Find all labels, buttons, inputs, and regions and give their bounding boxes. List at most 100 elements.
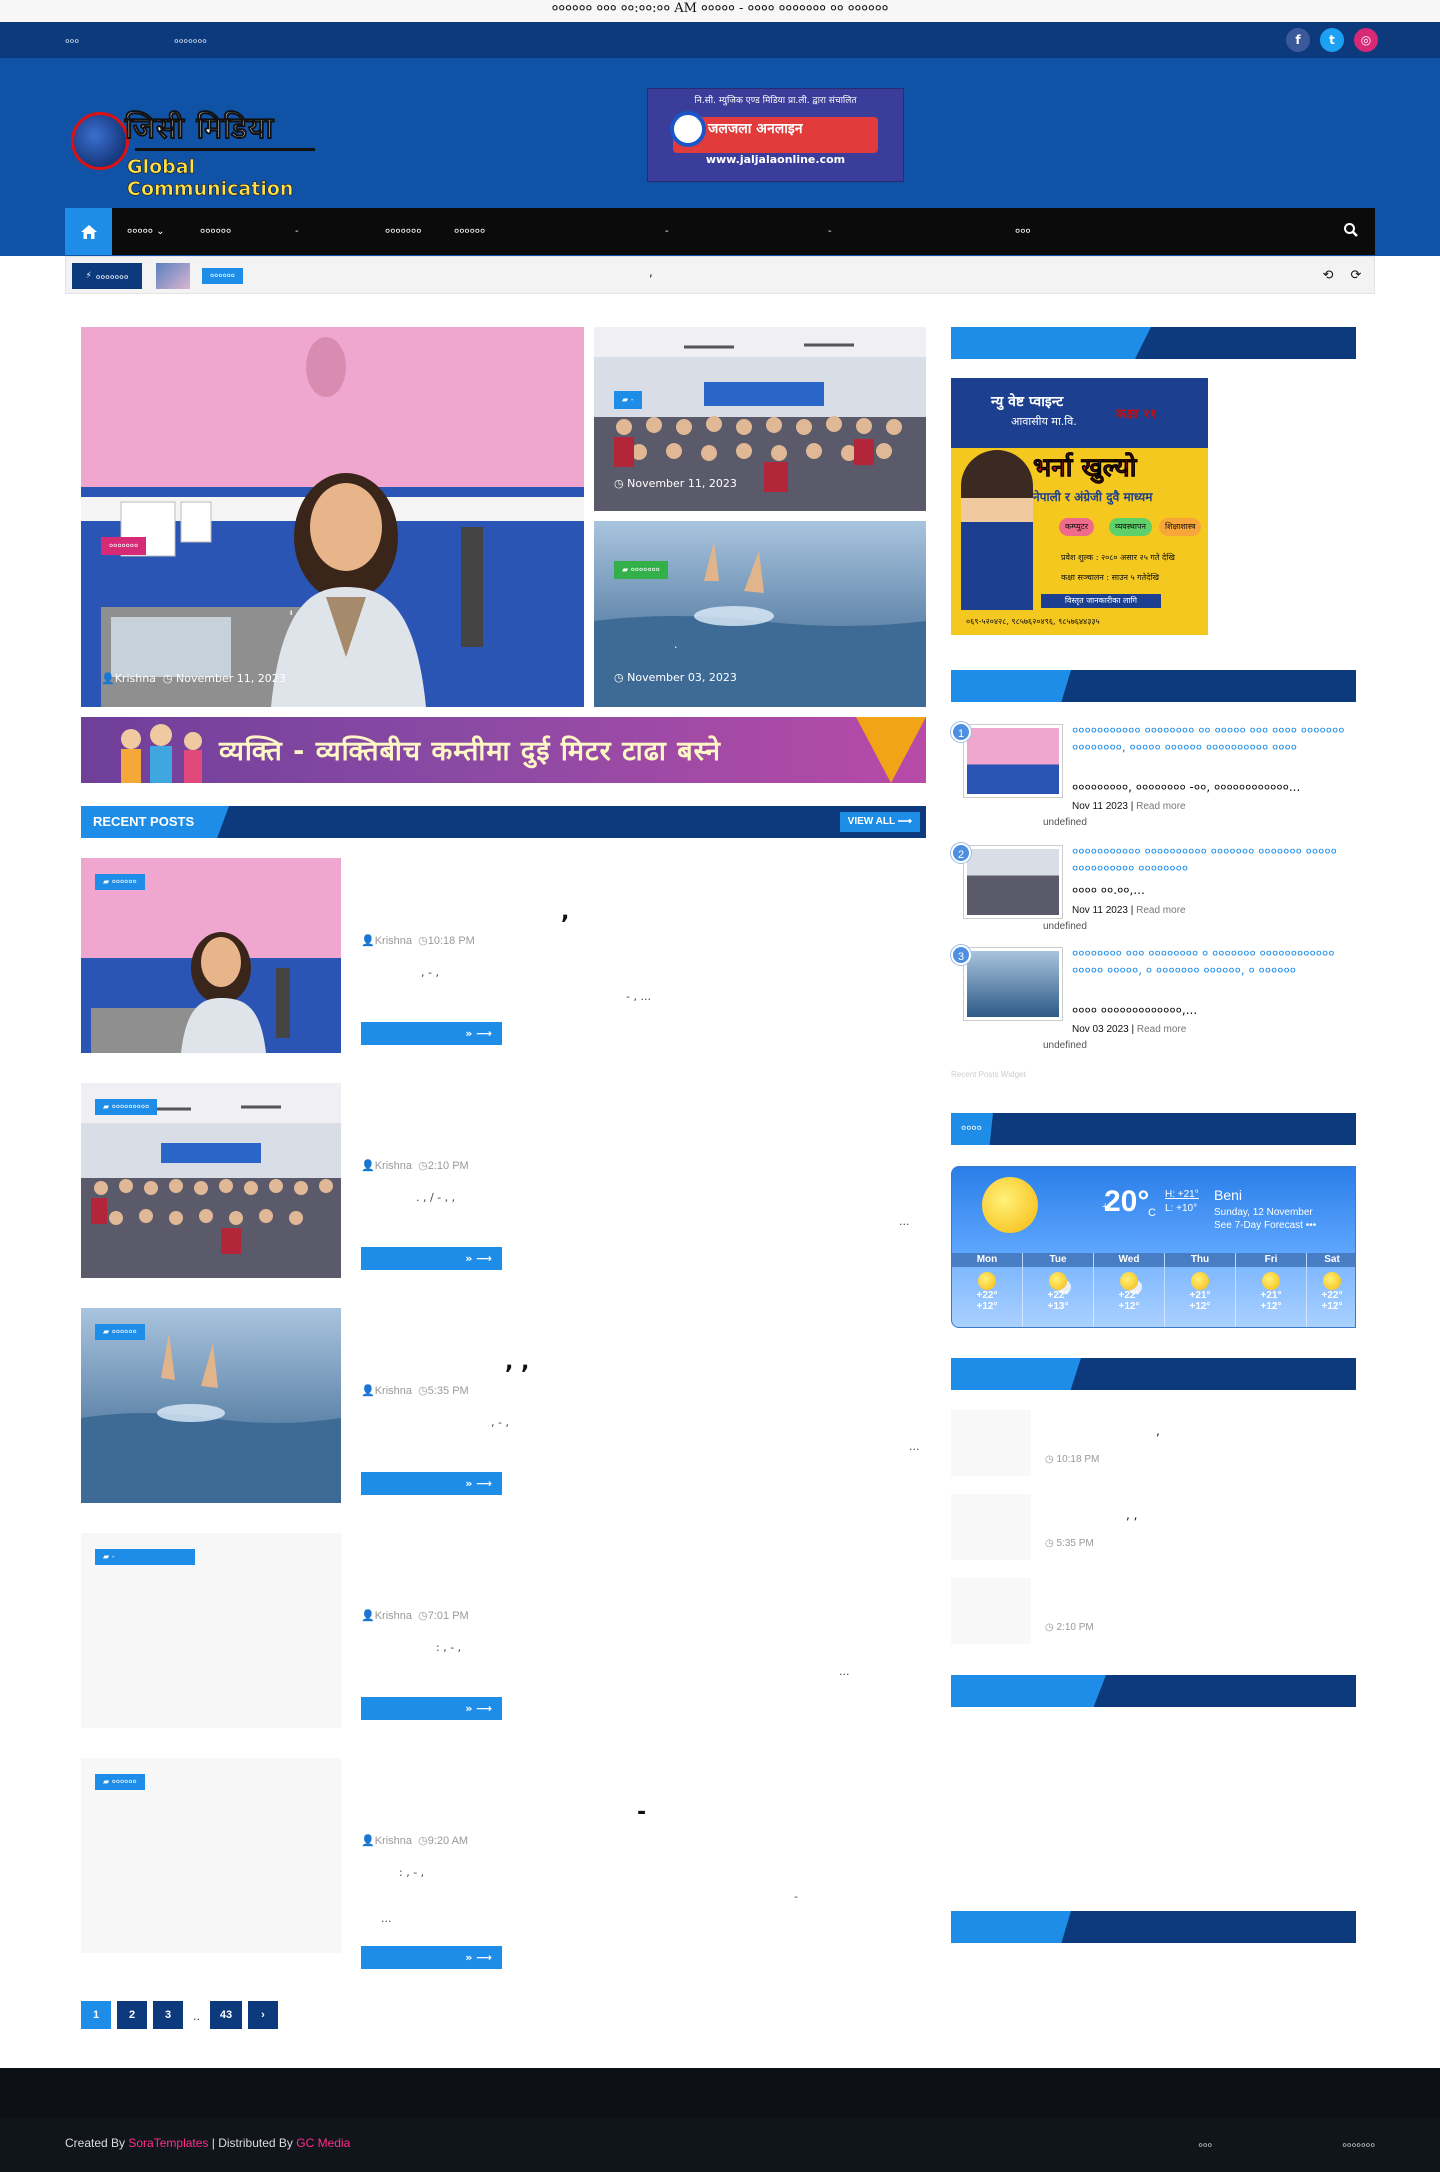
post-category[interactable]: ▰ ०००००० [95,1324,145,1340]
ad-headline: भर्ना खुल्यो [1033,453,1137,484]
post-thumbnail[interactable]: ▰ ०००००० [81,1758,341,1953]
featured-big-author[interactable]: Krishna [115,672,156,685]
post-meta: 👤Krishna ◷5:35 PM [361,1384,469,1397]
view-all-button[interactable]: VIEW ALL ⟶ [839,812,920,832]
popular-post-time-text: 2:10 PM [1056,1622,1094,1633]
post-category[interactable]: ▰ ०००००० [95,874,145,890]
post-thumbnail[interactable]: ▰ - [81,1533,341,1728]
read-more-button[interactable]: » ⟶ [361,1247,502,1270]
read-more-button[interactable]: » ⟶ [361,1472,502,1495]
footer-gc-link[interactable]: GC Media [296,2136,350,2150]
recent-widget-thumbnail[interactable] [963,845,1063,919]
nav-item-categories[interactable]: ००००० ⌄ [127,208,165,255]
school-admission-ad[interactable]: न्यु वेष्ट प्वाइन्ट आवासीय मा.वि. कक्षा … [951,378,1208,635]
read-more-button[interactable]: » ⟶ [361,1697,502,1720]
featured-big-post[interactable]: ००००००० ' 👤Krishna ◷ November 11, 2023 [81,327,584,707]
ticker-prev-icon[interactable]: ⟲ [1318,266,1338,286]
nav-item-6[interactable]: - [665,208,669,255]
featured-post-bottom-right[interactable]: ▰ ००००००० · ◷ November 03, 2023 [594,521,926,707]
nav-item-7[interactable]: - [828,208,832,255]
nav-item-3[interactable]: - [295,208,299,255]
footer-sora-link[interactable]: SoraTemplates [128,2136,208,2150]
user-icon: 👤 [361,1610,375,1622]
read-more-button[interactable]: » ⟶ [361,1946,502,1969]
read-more-button[interactable]: » ⟶ [361,1022,502,1045]
featured-bottom-right-meta: ◷ November 03, 2023 [614,671,737,684]
recent-widget-title[interactable]: ००००००००००० ०००००००० ०० ००००० ००० ०००० ०… [1072,722,1352,756]
page-1-button[interactable]: 1 [81,2001,111,2029]
header-ad-banner[interactable]: नि.सी. म्युजिक एण्ड मिडिया प्रा.ली. द्वा… [647,88,904,182]
popular-post-item[interactable]: , ◷ 10:18 PM [951,1410,1356,1476]
recent-widget-date: Nov 11 2023 | Read more [1072,905,1186,916]
recent-widget-thumbnail[interactable] [963,724,1063,798]
post-category[interactable]: ▰ ०००००० [95,1774,145,1790]
post-author[interactable]: Krishna [375,1835,412,1847]
post-thumbnail[interactable]: ▰ ०००००० [81,1308,341,1503]
globe-icon [71,112,129,170]
post-thumbnail[interactable]: ▰ ००००००००० [81,1083,341,1278]
popular-post-thumbnail[interactable] [951,1494,1031,1560]
recent-widget-thumbnail[interactable] [963,947,1063,1021]
post-card: ▰ ०००००० - 👤Krishna ◷9:20 AM : , - , - .… [81,1758,926,1969]
nav-item-5[interactable]: ०००००० [454,208,485,255]
post-category-text: ०००००० [111,877,137,886]
post-meta: 👤Krishna ◷10:18 PM [361,934,475,947]
popular-post-thumbnail[interactable] [951,1410,1031,1476]
page-last-button[interactable]: 43 [210,2001,242,2029]
nav-item-8[interactable]: ००० [1015,208,1031,255]
folder-icon: ▰ [103,1552,110,1561]
footer-link-about[interactable]: ००००००० [1342,2138,1375,2151]
next-page-icon[interactable]: › [248,2001,278,2029]
popular-post-thumbnail[interactable] [951,1578,1031,1644]
footer-bar: Created By SoraTemplates | Distributed B… [0,2118,1440,2172]
recent-widget-title[interactable]: ०००००००० ००० ०००००००० ० ००००००० ००००००००… [1072,945,1352,979]
weather-forecast-link[interactable]: See 7-Day Forecast ••• [1214,1220,1316,1231]
featured-top-right-category[interactable]: ▰ - [614,391,642,409]
post-author[interactable]: Krishna [375,1160,412,1172]
ad-medium: नेपाली र अंग्रेजी दुवै माध्यम [1033,490,1153,504]
featured-bottom-right-category[interactable]: ▰ ००००००० [614,561,668,579]
ticker-thumbnail[interactable] [156,263,190,289]
nav-item-4[interactable]: ००००००० [385,208,421,255]
site-logo[interactable]: जिसी मिडिया Global Communication [65,98,330,200]
popular-post-item[interactable]: ◷ 2:10 PM [951,1578,1356,1644]
popular-post-item[interactable]: , , ◷ 5:35 PM [951,1494,1356,1560]
page-3-button[interactable]: 3 [153,2001,183,2029]
recent-widget-read-more[interactable]: Read more [1136,905,1185,916]
ticker-next-icon[interactable]: ⟳ [1346,266,1366,286]
recent-widget-read-more[interactable]: Read more [1136,801,1185,812]
post-author[interactable]: Krishna [375,935,412,947]
post-author[interactable]: Krishna [375,1385,412,1397]
post-time: 2:10 PM [427,1160,469,1172]
instagram-icon[interactable]: ◎ [1354,28,1378,52]
top-link-about[interactable]: ००००००० [174,34,207,47]
recent-widget-title[interactable]: ००००००००००० ०००००००००० ००००००० ००००००० ०… [1072,843,1352,877]
post-category[interactable]: ▰ - [95,1549,195,1565]
top-link-home[interactable]: ००० [65,34,79,47]
social-distancing-banner[interactable]: व्यक्ति - व्यक्तिबीच कम्तीमा दुई मिटर टा… [81,717,926,783]
post-category[interactable]: ▰ ००००००००० [95,1099,158,1115]
post-title[interactable]: - [637,1800,1197,1825]
home-icon[interactable] [65,208,112,255]
post-excerpt-line2: ... [909,1440,920,1453]
footer-link-home[interactable]: ००० [1198,2138,1212,2151]
twitter-icon[interactable]: t [1320,28,1344,52]
nav-item-2[interactable]: ०००००० [200,208,231,255]
weather-widget[interactable]: + 20° C H: +21° L: +10° Beni Sunday, 12 … [951,1166,1356,1328]
forecast-low: +12° [976,1301,998,1312]
page-2-button[interactable]: 2 [117,2001,147,2029]
forecast-day: Tue +22° +13° [1023,1253,1094,1327]
popular-post-title[interactable]: , , [1126,1508,1137,1522]
logo-brand-latin: Global Communication [127,156,294,201]
ticker-headline[interactable]: , [649,265,653,279]
search-icon[interactable] [1343,222,1361,240]
forecast-low: +12° [1321,1301,1343,1312]
recent-widget-read-more[interactable]: Read more [1137,1024,1186,1035]
featured-post-top-right[interactable]: ▰ - ◷ November 11, 2023 [594,327,926,511]
facebook-icon[interactable]: f [1286,28,1310,52]
popular-post-title[interactable]: , [1156,1424,1160,1438]
post-thumbnail[interactable]: ▰ ०००००० [81,858,341,1053]
ticker-category[interactable]: ०००००० [202,268,243,284]
post-author[interactable]: Krishna [375,1610,412,1622]
featured-big-category[interactable]: ००००००० [101,537,147,555]
